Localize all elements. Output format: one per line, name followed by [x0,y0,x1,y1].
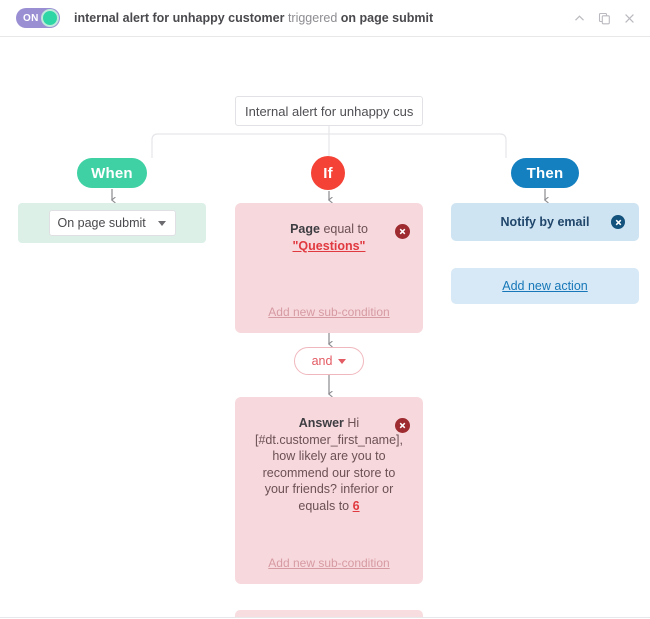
toggle-knob [41,9,59,27]
then-badge-label: Then [526,164,564,182]
workflow-canvas: When On page submit If Page equal to "Qu… [0,37,650,618]
add-action-label: Add new action [502,279,588,293]
when-trigger-card: On page submit [18,203,206,243]
header-title: internal alert for unhappy customer trig… [74,11,433,25]
chevron-down-icon [338,358,347,364]
delete-condition-button[interactable] [395,224,410,239]
header-title-trigger: on page submit [340,11,434,25]
duplicate-icon[interactable] [597,11,611,25]
condition-card: Page equal to "Questions" Add new sub-co… [235,203,423,333]
add-condition-button[interactable]: Add new condition [235,610,423,617]
workflow-header: ON internal alert for unhappy customer t… [0,0,650,37]
when-badge-label: When [91,164,133,182]
add-sub-condition-link[interactable]: Add new sub-condition [235,556,423,570]
condition-field: Page [290,222,320,236]
condition-operator-pill[interactable]: and [294,347,364,375]
condition-text: Answer Hi [#dt.customer_first_name], how… [251,415,407,514]
header-actions [572,11,636,25]
operator-label: and [311,354,333,368]
condition-operator: equal to [323,222,368,236]
condition-value[interactable]: 6 [353,499,360,513]
chevron-up-icon[interactable] [572,11,586,25]
if-badge[interactable]: If [311,156,345,190]
enable-toggle[interactable]: ON [16,8,60,28]
chevron-down-icon [157,220,166,226]
add-sub-condition-link[interactable]: Add new sub-condition [235,305,423,319]
add-action-button[interactable]: Add new action [451,268,639,304]
header-title-name: internal alert for unhappy customer [74,11,285,25]
workflow-name-input[interactable] [235,96,423,126]
condition-value[interactable]: "Questions" [293,239,366,253]
condition-field: Answer [298,416,344,430]
then-badge[interactable]: Then [511,158,579,188]
action-card: Notify by email [451,203,639,241]
trigger-select[interactable]: On page submit [48,210,176,236]
condition-card: Answer Hi [#dt.customer_first_name], how… [235,397,423,584]
condition-text: Page equal to "Questions" [251,221,407,254]
if-badge-label: If [323,164,333,182]
when-badge[interactable]: When [77,158,147,188]
condition-operator: Hi [#dt.customer_first_name], how likely… [255,416,403,513]
action-label: Notify by email [500,215,590,229]
close-icon[interactable] [622,11,636,25]
trigger-select-value: On page submit [57,216,146,230]
header-title-connector: triggered [284,11,341,25]
delete-condition-button[interactable] [395,418,410,433]
toggle-label: ON [23,12,39,24]
delete-action-button[interactable] [611,215,625,229]
